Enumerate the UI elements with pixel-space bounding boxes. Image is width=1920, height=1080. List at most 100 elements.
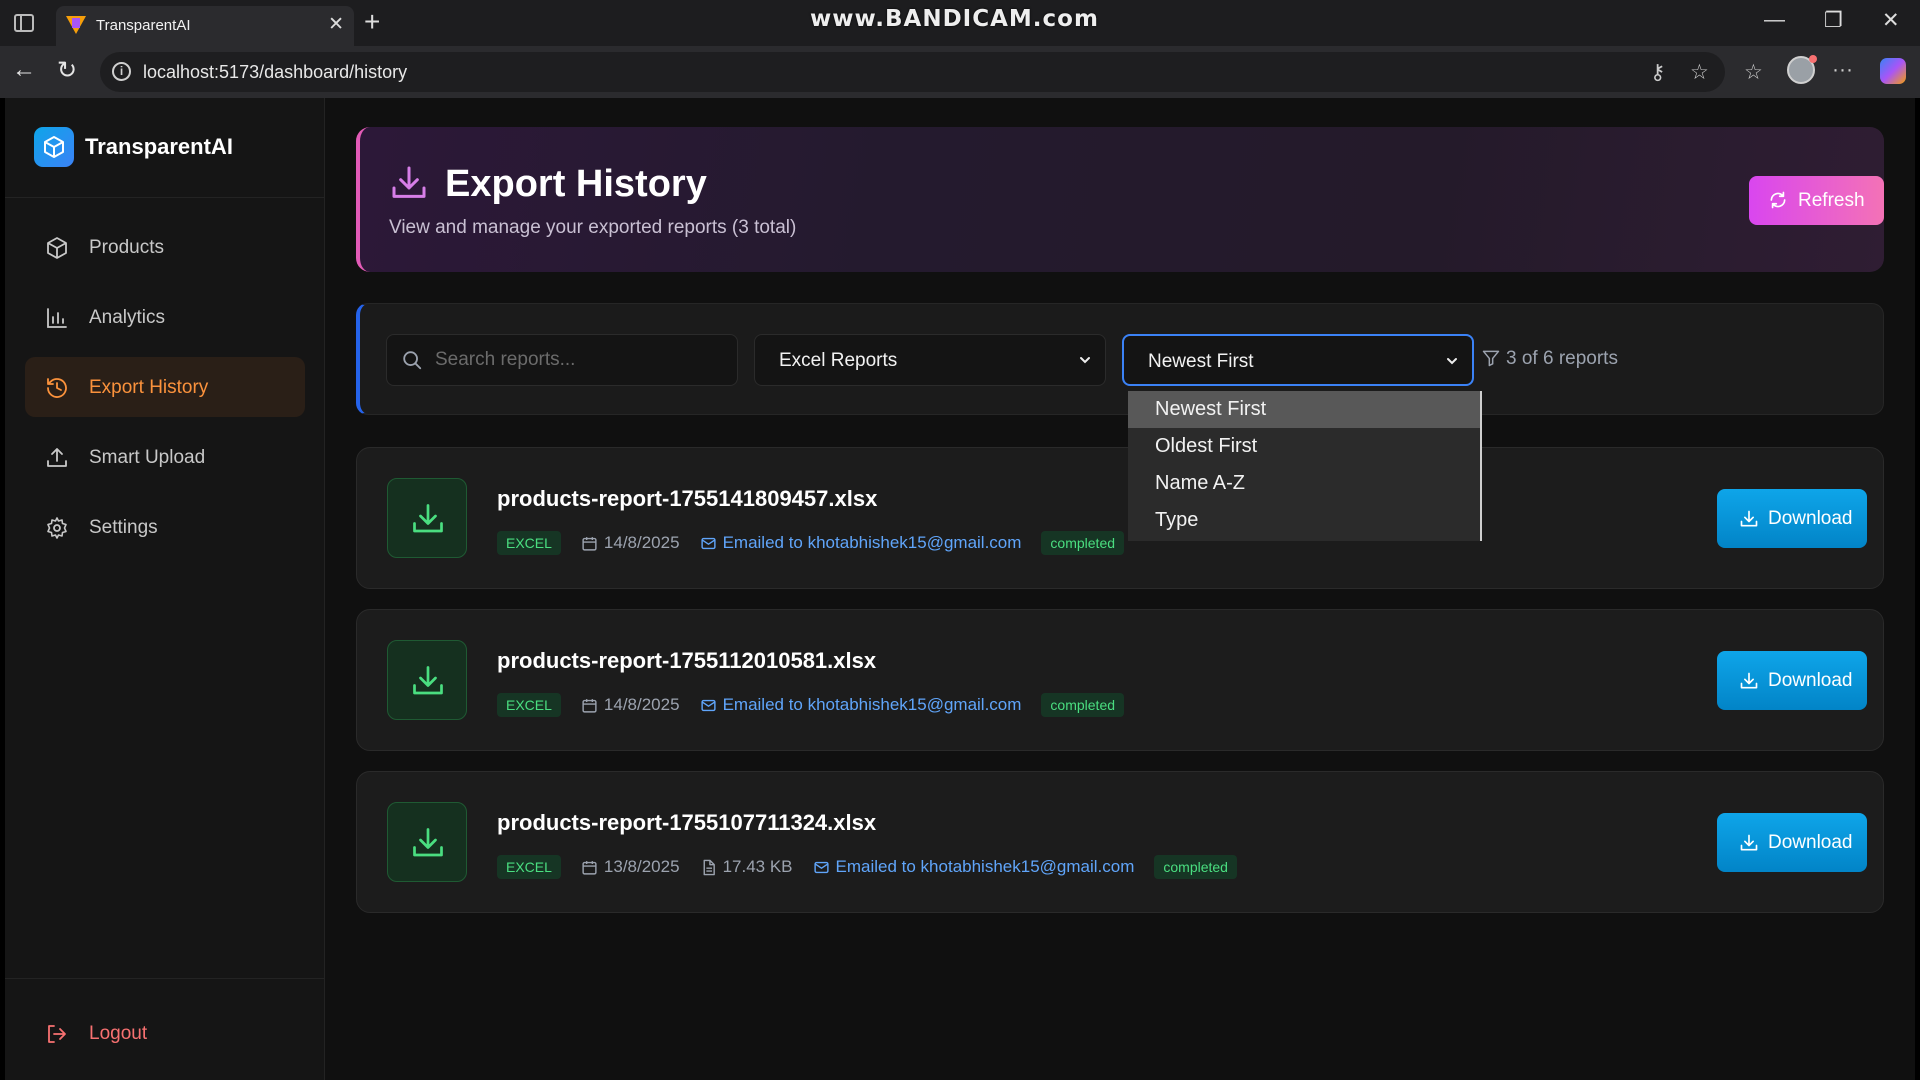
- sidebar-item-export-history[interactable]: Export History: [25, 357, 305, 417]
- sidebar-item-label: Smart Upload: [89, 447, 206, 468]
- report-card: products-report-1755112010581.xlsx EXCEL…: [356, 609, 1884, 751]
- upload-icon: [47, 448, 67, 467]
- file-download-icon: [387, 802, 467, 882]
- status-badge: completed: [1154, 855, 1237, 879]
- report-date: 13/8/2025: [581, 857, 680, 877]
- calendar-icon: [582, 860, 597, 875]
- date-text: 14/8/2025: [603, 533, 680, 552]
- copilot-icon[interactable]: [1880, 58, 1906, 84]
- report-meta: EXCEL 14/8/2025 Emailed to khotabhishek1…: [497, 528, 1125, 558]
- report-count: 3 of 6 reports: [1506, 348, 1618, 369]
- download-icon: [1740, 672, 1758, 689]
- download-label: Download: [1768, 832, 1853, 853]
- mail-icon: [700, 537, 716, 549]
- main-content: Export History View and manage your expo…: [325, 98, 1915, 1080]
- page-subtitle: View and manage your exported reports (3…: [389, 217, 797, 238]
- report-email: Emailed to khotabhishek15@gmail.com: [700, 533, 1021, 553]
- report-meta: EXCEL 13/8/2025 17.43 KB Emailed to khot…: [497, 852, 1237, 882]
- tab-close-icon[interactable]: ✕: [328, 13, 344, 36]
- report-card: products-report-1755107711324.xlsx EXCEL…: [356, 771, 1884, 913]
- page-title: Export History: [445, 163, 707, 205]
- site-info-icon[interactable]: i: [112, 62, 131, 81]
- more-icon[interactable]: ···: [1832, 58, 1853, 82]
- minimize-icon[interactable]: —: [1764, 8, 1785, 32]
- mail-icon: [700, 699, 716, 711]
- report-date: 14/8/2025: [581, 695, 680, 715]
- report-email: Emailed to khotabhishek15@gmail.com: [700, 695, 1022, 715]
- sidebar-item-analytics[interactable]: Analytics: [25, 287, 305, 347]
- address-bar: ← ↻ i localhost:5173/dashboard/history ⚷…: [0, 46, 1920, 98]
- app-root: TransparentAI Products Analytics Export …: [5, 98, 1915, 1080]
- sort-option-name[interactable]: Name A-Z: [1128, 465, 1480, 502]
- brand-name: TransparentAI: [85, 134, 233, 159]
- search-icon: [403, 351, 422, 370]
- sort-select[interactable]: Newest First: [1122, 334, 1474, 386]
- sidebar-item-label: Products: [89, 237, 164, 258]
- star-icon[interactable]: ☆: [1690, 60, 1709, 85]
- date-text: 14/8/2025: [603, 695, 680, 714]
- key-icon[interactable]: ⚷: [1650, 60, 1665, 85]
- download-icon: [1740, 834, 1758, 851]
- sidebar-divider: [5, 978, 325, 979]
- report-size: 17.43 KB: [700, 857, 793, 877]
- refresh-icon: [1770, 191, 1786, 209]
- mail-icon: [813, 861, 829, 873]
- download-button[interactable]: Download: [1717, 651, 1867, 710]
- search-box[interactable]: [386, 334, 738, 386]
- download-label: Download: [1768, 670, 1853, 691]
- window-close-icon[interactable]: ✕: [1882, 8, 1900, 33]
- refresh-button[interactable]: Refresh: [1749, 176, 1884, 225]
- refresh-label: Refresh: [1798, 190, 1865, 211]
- sidebar-item-settings[interactable]: Settings: [25, 497, 305, 557]
- size-text: 17.43 KB: [722, 857, 793, 876]
- type-badge: EXCEL: [497, 693, 561, 717]
- report-filename: products-report-1755141809457.xlsx: [497, 486, 878, 511]
- report-filename: products-report-1755107711324.xlsx: [497, 810, 877, 835]
- tab-actions-icon[interactable]: [14, 14, 34, 32]
- gear-icon: [47, 517, 67, 539]
- chevron-down-icon: [1447, 358, 1457, 365]
- file-download-icon: [387, 478, 467, 558]
- type-badge: EXCEL: [497, 531, 561, 555]
- profile-avatar[interactable]: [1787, 55, 1817, 84]
- url-text[interactable]: localhost:5173/dashboard/history: [143, 62, 407, 83]
- reload-icon[interactable]: ↻: [57, 56, 77, 85]
- back-icon[interactable]: ←: [12, 56, 36, 84]
- browser-tab[interactable]: TransparentAI ✕: [56, 6, 354, 46]
- calendar-icon: [582, 536, 597, 551]
- recording-watermark: www.BANDICAM.com: [810, 6, 1099, 32]
- file-icon: [703, 859, 715, 875]
- new-tab-icon[interactable]: +: [364, 6, 380, 38]
- type-filter-select[interactable]: Excel Reports: [754, 334, 1106, 386]
- email-text: Emailed to khotabhishek15@gmail.com: [722, 695, 1022, 714]
- report-filename: products-report-1755112010581.xlsx: [497, 648, 877, 673]
- sort-option-oldest[interactable]: Oldest First: [1128, 428, 1480, 465]
- brand-logo-icon: [34, 127, 74, 167]
- sidebar-item-smart-upload[interactable]: Smart Upload: [25, 427, 305, 487]
- email-text: Emailed to khotabhishek15@gmail.com: [835, 857, 1135, 876]
- download-button[interactable]: Download: [1717, 813, 1867, 872]
- type-badge: EXCEL: [497, 855, 561, 879]
- status-badge: completed: [1041, 693, 1125, 717]
- page-header: Export History View and manage your expo…: [356, 127, 1884, 272]
- sort-value: Newest First: [1148, 351, 1254, 372]
- sort-option-newest[interactable]: Newest First: [1128, 391, 1480, 428]
- report-date: 14/8/2025: [581, 533, 680, 553]
- search-input[interactable]: [435, 335, 725, 385]
- sidebar-item-label: Settings: [89, 517, 158, 538]
- download-icon: [392, 166, 426, 198]
- omnibox[interactable]: i localhost:5173/dashboard/history ⚷ ☆: [100, 52, 1725, 92]
- sort-option-type[interactable]: Type: [1128, 502, 1480, 539]
- favorites-icon[interactable]: ☆: [1744, 60, 1763, 85]
- sort-dropdown-menu: Newest First Oldest First Name A-Z Type: [1128, 391, 1482, 541]
- logout-label: Logout: [89, 1023, 148, 1044]
- file-download-icon: [387, 640, 467, 720]
- calendar-icon: [582, 698, 597, 713]
- sidebar-item-products[interactable]: Products: [25, 217, 305, 277]
- status-badge: completed: [1041, 531, 1125, 555]
- logout-button[interactable]: Logout: [25, 1006, 305, 1062]
- report-meta: EXCEL 14/8/2025 Emailed to khotabhishek1…: [497, 690, 1125, 720]
- maximize-icon[interactable]: ❐: [1824, 8, 1843, 33]
- download-button[interactable]: Download: [1717, 489, 1867, 548]
- download-label: Download: [1768, 508, 1853, 529]
